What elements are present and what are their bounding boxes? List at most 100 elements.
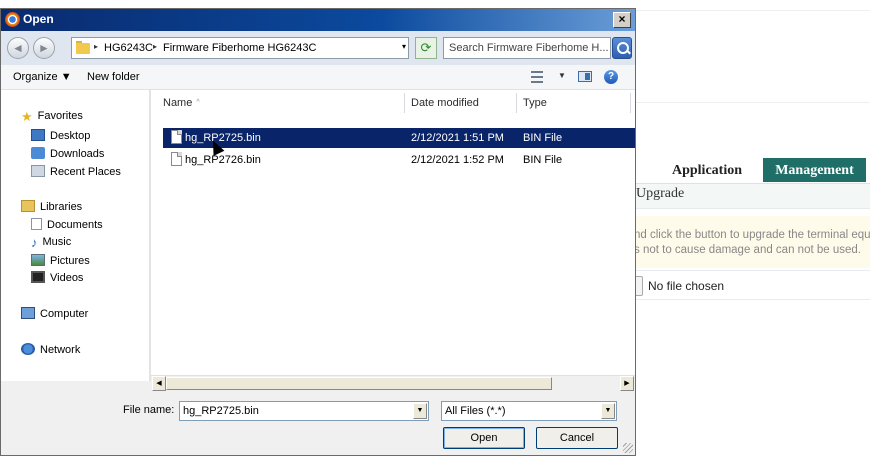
file-name-field[interactable]: hg_RP2725.bin ▼ [179,401,429,421]
views-dropdown-icon[interactable]: ▼ [558,71,566,80]
open-button[interactable]: Open [443,427,525,449]
navigation-bar: ◄ ► ▸ HG6243C ▸ Firmware Fiberhome HG624… [1,31,635,65]
scroll-right-button[interactable]: ▶ [620,376,634,391]
cancel-button[interactable]: Cancel [536,427,618,449]
refresh-button[interactable]: ⟳ [415,37,437,59]
sidebar-item-label: Documents [47,219,103,231]
upgrade-note-line: s not to cause damage and can not be use… [634,244,861,256]
folder-icon [76,41,90,54]
breadcrumb-chevron-icon[interactable]: ▸ [94,42,98,51]
downloads-icon [31,147,45,159]
help-icon[interactable]: ? [604,70,618,84]
sidebar-item-label: Music [42,236,72,248]
address-dropdown-icon[interactable]: ▾ [402,42,406,51]
command-toolbar: Organize ▼ New folder ▼ ? [1,65,635,90]
bg-divider [636,10,870,11]
bg-divider [636,102,870,103]
column-header-name[interactable]: Name ^ [157,93,405,113]
dialog-footer: File name: hg_RP2725.bin ▼ All Files (*.… [1,391,635,455]
address-bar[interactable]: ▸ HG6243C ▸ Firmware Fiberhome HG6243C ▾ [71,37,409,59]
upgrade-section-title: Upgrade [636,186,685,201]
sidebar-item-computer[interactable]: Computer [21,307,88,320]
back-button[interactable]: ◄ [7,37,29,59]
sidebar-item-music[interactable]: ♪ Music [31,236,71,249]
arrow-right-icon: ► [38,41,50,55]
table-row[interactable]: hg_RP2726.bin 2/12/2021 1:52 PM BIN File [163,150,635,170]
resize-grip[interactable] [623,443,633,453]
chrome-icon [5,12,20,27]
sidebar-item-libraries[interactable]: Libraries [21,200,82,213]
file-icon [171,152,182,166]
forward-button[interactable]: ► [33,37,55,59]
sidebar-item-downloads[interactable]: Downloads [31,147,104,160]
sidebar-item-label: Network [40,344,81,356]
sidebar-item-desktop[interactable]: Desktop [31,129,90,142]
file-date-cell: 2/12/2021 1:51 PM [411,132,504,144]
network-icon [21,343,35,355]
file-name-value: hg_RP2725.bin [183,405,259,417]
sidebar-item-label: Computer [40,308,89,320]
breadcrumb-chevron-icon[interactable]: ▸ [153,42,157,51]
file-name-cell: hg_RP2726.bin [185,154,261,166]
sidebar-item-recent-places[interactable]: Recent Places [31,165,121,178]
organize-button[interactable]: Organize ▼ [13,71,72,83]
upgrade-note-box [632,216,870,268]
table-row[interactable]: hg_RP2725.bin 2/12/2021 1:51 PM BIN File [163,128,635,148]
sort-ascending-icon: ^ [196,99,200,106]
column-header-type[interactable]: Type [517,93,631,113]
new-folder-button[interactable]: New folder [87,71,140,83]
sidebar-item-videos[interactable]: Videos [31,271,83,284]
file-type-dropdown-button[interactable]: ▼ [601,403,615,419]
breadcrumb-segment[interactable]: HG6243C [104,42,153,54]
column-header-label: Name [163,97,193,109]
search-button[interactable] [612,37,632,59]
sidebar-item-network[interactable]: Network [21,343,80,356]
sidebar-item-label: Downloads [50,148,105,160]
column-header-date-modified[interactable]: Date modified [405,93,517,113]
sidebar-item-favorites[interactable]: ★ Favorites [21,110,83,123]
file-type-cell: BIN File [523,132,563,144]
refresh-icon: ⟳ [420,40,432,55]
search-input[interactable]: Search Firmware Fiberhome H... [443,37,611,59]
tab-application[interactable]: Application [660,160,754,182]
music-icon: ♪ [31,235,38,250]
preview-pane-icon[interactable] [578,71,592,82]
computer-icon [21,307,35,319]
open-file-dialog: Open × ◄ ► ▸ HG6243C ▸ Firmware Fiberhom… [0,8,636,456]
file-date-cell: 2/12/2021 1:52 PM [411,154,504,166]
desktop-icon [31,129,45,141]
upgrade-note-line: nd click the button to upgrade the termi… [634,229,870,241]
breadcrumb-segment[interactable]: Firmware Fiberhome HG6243C [163,42,316,54]
libraries-icon [21,200,35,212]
column-header-label: Type [523,97,547,109]
tab-management[interactable]: Management [763,158,866,182]
file-type-filter-select[interactable]: All Files (*.*) ▼ [441,401,617,421]
documents-icon [31,218,42,230]
file-name-label: File name: [123,404,175,416]
file-name-dropdown-button[interactable]: ▼ [413,403,427,419]
arrow-left-icon: ◄ [12,41,24,55]
sidebar-item-label: Pictures [50,255,90,267]
navigation-pane: ★ Favorites Desktop Downloads Recent Plac… [1,90,149,381]
videos-icon [31,271,45,283]
pictures-icon [31,254,45,266]
dialog-title: Open [23,12,54,26]
scroll-left-button[interactable]: ◀ [152,376,166,391]
sidebar-item-label: Libraries [40,201,83,213]
sidebar-item-documents[interactable]: Documents [31,218,103,231]
scroll-thumb[interactable] [166,377,552,390]
sidebar-item-label: Recent Places [50,166,121,178]
dialog-titlebar[interactable]: Open × [1,9,635,31]
horizontal-scrollbar[interactable]: ◀ ▶ [151,375,635,392]
sidebar-item-label: Videos [50,272,84,284]
no-file-chosen-label: No file chosen [648,279,725,293]
views-icon[interactable] [531,71,543,83]
sidebar-item-pictures[interactable]: Pictures [31,254,90,267]
file-type-filter-value: All Files (*.*) [445,405,506,417]
file-type-cell: BIN File [523,154,563,166]
sidebar-item-label: Desktop [50,130,91,142]
star-icon: ★ [21,109,33,124]
file-icon [171,130,182,144]
sidebar-item-label: Favorites [37,110,83,122]
close-button[interactable]: × [613,12,631,28]
